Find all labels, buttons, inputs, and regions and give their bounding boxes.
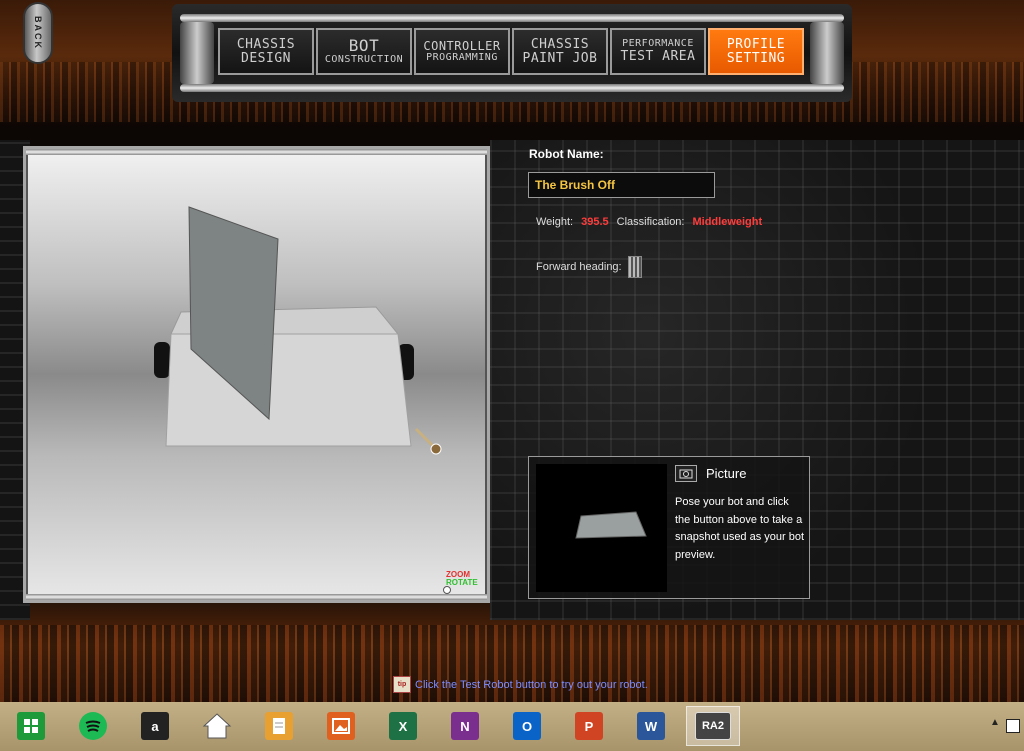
tab-chassis-paint-job[interactable]: CHASSIS PAINT JOB — [512, 28, 608, 75]
tab-line2: DESIGN — [241, 50, 291, 66]
zoom-rotate-legend: ZOOM ROTATE — [446, 571, 478, 587]
tab-line2: SETTING — [726, 50, 786, 66]
amazon-glyph: a — [151, 718, 159, 734]
status-text: Click the Test Robot button to try out y… — [415, 678, 648, 691]
nav-cap-left — [180, 22, 214, 84]
onenote-tile: N — [451, 712, 479, 740]
ra2-tile: RA2 — [695, 712, 731, 740]
windows-store-icon — [24, 719, 38, 733]
outlook-icon[interactable]: O — [507, 706, 547, 746]
zoom-knob[interactable] — [443, 586, 451, 594]
forward-heading-slider[interactable] — [627, 256, 642, 278]
back-button-label: BACK — [33, 16, 43, 50]
robot-3d-viewport[interactable]: ZOOM ROTATE — [23, 146, 490, 603]
bot-preview-thumbnail — [575, 511, 647, 539]
ra2-icon[interactable]: RA2 — [686, 706, 740, 746]
files-tile — [265, 712, 293, 740]
spotify-tile — [79, 712, 107, 740]
home-icon[interactable] — [197, 706, 237, 746]
photos-tile — [327, 712, 355, 740]
tab-line1: BOT — [348, 35, 380, 55]
picture-description: Pose your bot and click the button above… — [675, 496, 805, 561]
excel-icon[interactable]: X — [383, 706, 423, 746]
tab-line1: PROFILE — [726, 36, 786, 52]
nav-tabs: CHASSIS DESIGN BOT CONSTRUCTION CONTROLL… — [218, 28, 804, 75]
tab-chassis-design[interactable]: CHASSIS DESIGN — [218, 28, 314, 75]
weight-value: 395.5 — [581, 216, 609, 228]
excel-glyph: X — [398, 718, 408, 734]
store-icon[interactable] — [11, 706, 51, 746]
tab-controller-programming[interactable]: CONTROLLER PROGRAMMING — [414, 28, 510, 75]
ra2-glyph: RA2 — [701, 720, 724, 732]
system-tray: ▲ — [990, 711, 1024, 741]
store-tile — [17, 712, 45, 740]
tab-performance-test-area[interactable]: PERFORMANCE TEST AREA — [610, 28, 706, 75]
robot-name-label: Robot Name: — [529, 147, 604, 161]
rotate-cursor-icon — [414, 427, 442, 455]
word-tile: W — [637, 712, 665, 740]
robot-model[interactable] — [26, 149, 487, 600]
tab-bot-construction[interactable]: BOT CONSTRUCTION — [316, 28, 412, 75]
nav-cap-right — [810, 22, 844, 84]
back-button[interactable]: BACK — [23, 2, 53, 64]
tab-line1: CHASSIS — [236, 36, 296, 52]
taskbar: a X N O P W RA2 — [0, 702, 1024, 751]
powerpoint-tile: P — [575, 712, 603, 740]
camera-icon — [679, 469, 693, 479]
tab-line2: PAINT JOB — [522, 50, 598, 66]
nav-rail-top — [180, 14, 844, 22]
word-glyph: W — [644, 718, 658, 734]
files-icon[interactable] — [259, 706, 299, 746]
classification-label: Classification: — [616, 216, 685, 228]
word-icon[interactable]: W — [631, 706, 671, 746]
camera-snapshot-button[interactable] — [675, 465, 697, 482]
notification-icon[interactable] — [1006, 719, 1020, 733]
photos-icon[interactable] — [321, 706, 361, 746]
outlook-glyph: O — [521, 718, 533, 734]
spotify-icon[interactable] — [73, 706, 113, 746]
onenote-glyph: N — [460, 718, 470, 734]
tab-line2: TEST AREA — [620, 48, 696, 64]
tab-line2: PROGRAMMING — [426, 51, 498, 63]
excel-tile: X — [389, 712, 417, 740]
amazon-tile: a — [141, 712, 169, 740]
forward-heading-label: Forward heading: — [536, 261, 622, 273]
amazon-icon[interactable]: a — [135, 706, 175, 746]
picture-title: Picture — [706, 466, 747, 481]
tray-chevron-up-icon[interactable]: ▲ — [990, 717, 1000, 728]
onenote-icon[interactable]: N — [445, 706, 485, 746]
home-house-icon — [202, 713, 232, 739]
classification-value: Middleweight — [692, 216, 763, 228]
bot-preview-image — [536, 464, 667, 592]
viewport-frame-bottom — [26, 594, 487, 600]
powerpoint-glyph: P — [584, 718, 594, 734]
picture-panel: Picture Pose your bot and click the butt… — [528, 456, 810, 599]
tab-line2: CONSTRUCTION — [324, 53, 404, 65]
powerpoint-icon[interactable]: P — [569, 706, 609, 746]
robot-name-input[interactable] — [528, 172, 715, 198]
tip-icon: tip — [393, 676, 411, 693]
tab-line1: CHASSIS — [530, 36, 590, 52]
wheel-left — [154, 342, 170, 378]
document-icon — [273, 718, 285, 734]
picture-icon — [332, 718, 350, 734]
nav-rail-bottom — [180, 84, 844, 92]
status-bar: tip Click the Test Robot button to try o… — [393, 676, 648, 693]
tab-line1: CONTROLLER — [423, 38, 501, 53]
weight-classification-row: Weight: 395.5 Classification: Middleweig… — [536, 216, 762, 228]
outlook-tile: O — [513, 712, 541, 740]
tab-profile-setting[interactable]: PROFILE SETTING — [708, 28, 804, 75]
spotify-waves-icon — [85, 720, 101, 732]
weight-label: Weight: — [536, 216, 574, 228]
forward-heading-row: Forward heading: — [536, 256, 642, 278]
rotate-label: ROTATE — [446, 578, 478, 587]
